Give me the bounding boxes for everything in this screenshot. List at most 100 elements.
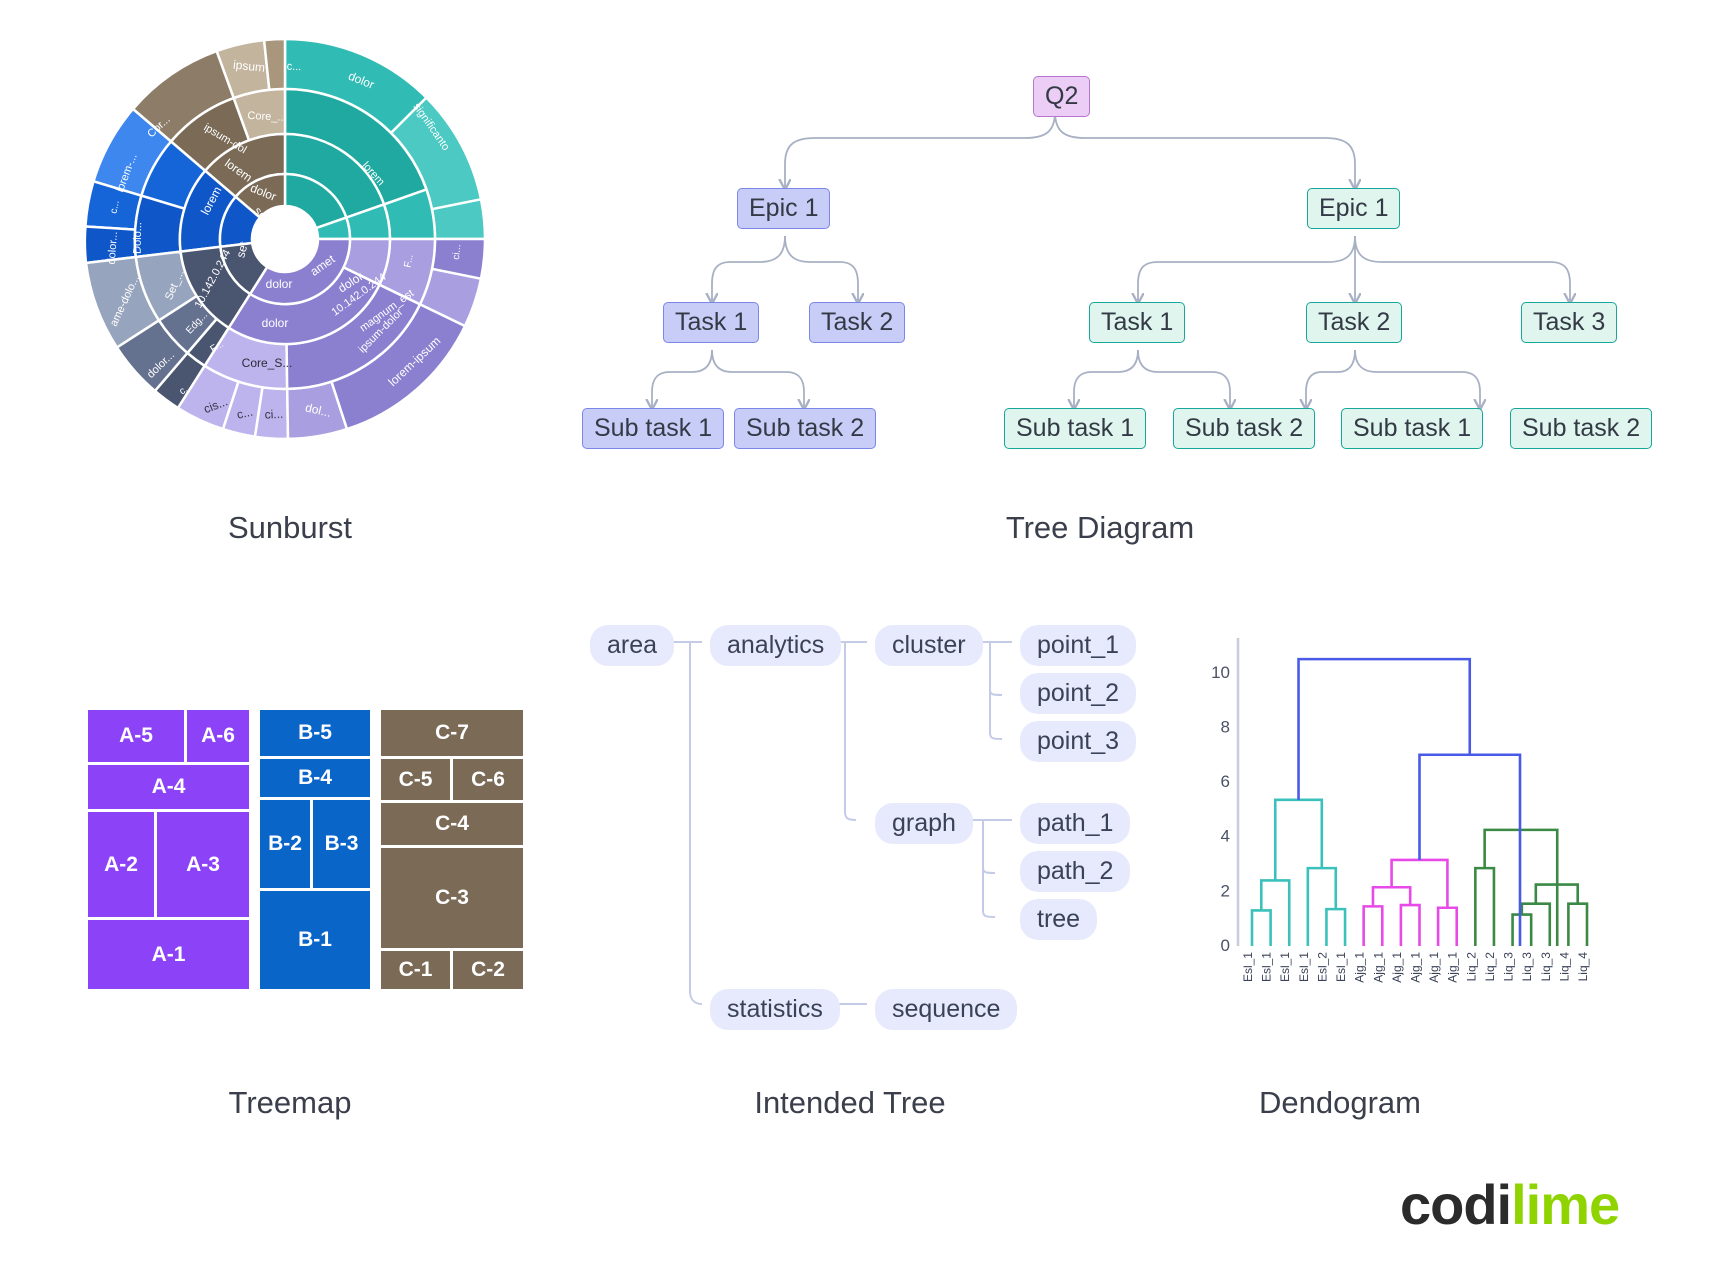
tree-node-subtask-left-2[interactable]: Sub task 2 xyxy=(734,408,877,449)
treemap-cell[interactable]: C-7 xyxy=(381,710,523,756)
intended-tree-node-sequence[interactable]: sequence xyxy=(875,989,1018,1030)
tree-node-task-right-1[interactable]: Task 1 xyxy=(1089,302,1186,343)
tree-node-label: Sub task 1 xyxy=(1353,414,1472,442)
intended-tree-node-statistics[interactable]: statistics xyxy=(710,989,840,1030)
dendrogram-link xyxy=(1325,907,1347,946)
treemap-cell-label: B-2 xyxy=(268,832,302,855)
sunburst-label: dolor xyxy=(262,316,289,330)
treemap-group-a: A-5 A-6 A-4 A-2 A-3 A-1 xyxy=(88,710,249,989)
tree-node-label: Sub task 2 xyxy=(746,414,865,442)
tree-node-label: Sub task 1 xyxy=(1016,414,1135,442)
treemap-cell-label: C-4 xyxy=(435,812,469,835)
tree-node-subtask-left-1[interactable]: Sub task 1 xyxy=(582,408,725,449)
sunburst-label: ci... xyxy=(264,407,283,422)
dendrogram-link xyxy=(1306,866,1338,946)
tree-node-subtask-right-4[interactable]: Sub task 2 xyxy=(1510,408,1653,449)
intended-tree-node-tree[interactable]: tree xyxy=(1020,899,1098,940)
dendrogram-y-tick: 2 xyxy=(1221,881,1230,900)
intended-tree-node-label: tree xyxy=(1037,905,1081,933)
treemap-cell[interactable]: B-2 xyxy=(260,800,310,888)
tree-node-subtask-right-3[interactable]: Sub task 1 xyxy=(1341,408,1484,449)
tree-node-label: Task 2 xyxy=(821,308,894,336)
intended-tree-node-cluster[interactable]: cluster xyxy=(875,625,983,666)
intended-tree-node-point_2[interactable]: point_2 xyxy=(1020,673,1137,714)
treemap-cell-label: C-7 xyxy=(435,721,469,744)
treemap-cell[interactable]: B-3 xyxy=(313,800,370,888)
intended-tree-node-area[interactable]: area xyxy=(590,625,675,666)
tree-node-task-left-2[interactable]: Task 2 xyxy=(809,302,906,343)
tree-node-root[interactable]: Q2 xyxy=(1033,76,1091,117)
treemap-cell-label: A-2 xyxy=(104,852,138,876)
dendrogram-x-label: Esl_1 xyxy=(1260,952,1274,982)
dendrogram-chart: 0 2 4 6 8 10 Esl_1 Esl_1 Esl_1 Esl_1 Esl_2 Esl_1 Ajg… xyxy=(1180,630,1600,1040)
intended-tree-node-label: sequence xyxy=(892,995,1001,1023)
intended-tree-node-path_2[interactable]: path_2 xyxy=(1020,851,1131,892)
tree-node-task-right-2[interactable]: Task 2 xyxy=(1306,302,1403,343)
intended-tree-node-graph[interactable]: graph xyxy=(875,803,973,844)
dendrogram-x-label: Esl_1 xyxy=(1278,952,1292,982)
tree-node-epic-right[interactable]: Epic 1 xyxy=(1307,188,1401,229)
treemap-cell-label: C-5 xyxy=(398,767,433,791)
treemap-cell[interactable]: B-4 xyxy=(260,759,370,797)
treemap-cell[interactable]: C-4 xyxy=(381,803,523,845)
sunburst-chart: amet set dolor set dolor dolor lorem dol… xyxy=(60,24,520,454)
dendrogram-x-label: Liq_3 xyxy=(1520,952,1534,982)
treemap-cell-label: B-3 xyxy=(324,832,359,855)
dendrogram-link xyxy=(1474,866,1496,946)
treemap-cell[interactable]: A-5 xyxy=(88,710,184,762)
sunburst-label: Core_S... xyxy=(242,356,293,370)
treemap-cell[interactable]: A-1 xyxy=(88,920,249,989)
treemap-cell[interactable]: C-6 xyxy=(453,759,523,800)
intended-tree-node-point_1[interactable]: point_1 xyxy=(1020,625,1137,666)
intended-tree-node-label: path_2 xyxy=(1037,857,1114,885)
sunburst-section-title: Sunburst xyxy=(227,510,353,545)
dendrogram-link xyxy=(1371,885,1412,907)
treemap-section-title: Treemap xyxy=(228,1085,352,1120)
logo-text-codi: codi xyxy=(1400,1173,1512,1236)
treemap-cell[interactable]: A-2 xyxy=(88,812,154,917)
intended-tree-section-title: Intended Tree xyxy=(754,1085,946,1120)
treemap-cell[interactable]: B-5 xyxy=(260,710,370,756)
tree-section-title: Tree Diagram xyxy=(1005,510,1195,545)
tree-node-label: Epic 1 xyxy=(1319,194,1389,222)
dendrogram-link xyxy=(1362,905,1384,946)
treemap-cell-label: C-2 xyxy=(471,958,505,981)
sunburst-label: Dolo... xyxy=(132,222,145,254)
intended-tree-node-path_1[interactable]: path_1 xyxy=(1020,803,1131,844)
treemap-cell-label: A-1 xyxy=(151,942,186,966)
dendrogram-x-label: Liq_4 xyxy=(1557,952,1571,982)
tree-connectors xyxy=(600,111,1680,440)
logo-text-lime: lime xyxy=(1511,1173,1620,1236)
tree-node-subtask-right-1[interactable]: Sub task 1 xyxy=(1004,408,1147,449)
tree-node-label: Task 1 xyxy=(1101,308,1174,336)
tree-node-task-right-3[interactable]: Task 3 xyxy=(1521,302,1618,343)
intended-tree-node-label: point_2 xyxy=(1037,679,1120,707)
tree-node-label: Task 2 xyxy=(1318,308,1391,336)
treemap-cell[interactable]: A-6 xyxy=(187,710,249,762)
dendrogram-x-label: Ajg_1 xyxy=(1409,952,1423,983)
treemap-cell[interactable]: B-1 xyxy=(260,891,370,989)
dendrogram-x-label: Ajg_1 xyxy=(1353,952,1367,983)
intended-tree-node-analytics[interactable]: analytics xyxy=(710,625,842,666)
tree-node-epic-left[interactable]: Epic 1 xyxy=(737,188,831,229)
sunburst-label: dolor... xyxy=(106,231,120,265)
treemap-cell[interactable]: C-1 xyxy=(381,951,450,989)
tree-node-label: Sub task 1 xyxy=(594,414,713,442)
tree-node-label: Q2 xyxy=(1045,82,1079,110)
treemap-cell[interactable]: C-2 xyxy=(453,951,523,989)
dendrogram-y-tick: 10 xyxy=(1211,663,1230,682)
codilime-logo: codilime xyxy=(1400,1172,1620,1237)
treemap-cell[interactable]: C-3 xyxy=(381,848,523,948)
dendrogram-y-tick: 0 xyxy=(1221,936,1230,955)
treemap-cell[interactable]: C-5 xyxy=(381,759,450,800)
treemap-cell[interactable]: A-4 xyxy=(88,765,249,809)
treemap-cell[interactable]: A-3 xyxy=(157,812,249,917)
intended-tree-node-point_3[interactable]: point_3 xyxy=(1020,721,1137,762)
sunburst-label: c... xyxy=(286,61,301,74)
tree-node-subtask-right-2[interactable]: Sub task 2 xyxy=(1173,408,1316,449)
dendrogram-section-title: Dendogram xyxy=(1259,1085,1421,1120)
tree-diagram: Q2 Epic 1 Task 1 Task 2 Sub task 1 Sub t… xyxy=(582,40,1680,449)
tree-node-task-left-1[interactable]: Task 1 xyxy=(663,302,760,343)
treemap-cell-label: A-3 xyxy=(186,852,220,876)
dendrogram-link xyxy=(1297,657,1472,800)
